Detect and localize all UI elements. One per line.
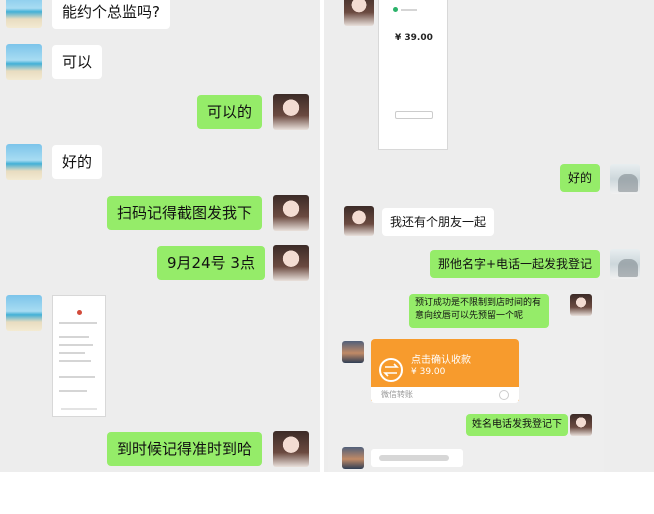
message-bubble: 姓名电话发我登记下 xyxy=(466,414,568,436)
wechat-pay-icon xyxy=(499,390,509,400)
girl-avatar-icon[interactable] xyxy=(273,94,309,130)
message-bubble: 扫码记得截图发我下 xyxy=(107,196,263,230)
girl-avatar-icon[interactable] xyxy=(273,195,309,231)
message-bubble: 好的 xyxy=(560,164,601,192)
transfer-amount: ¥ 39.00 xyxy=(411,367,446,377)
check-icon xyxy=(393,7,398,12)
transfer-footer: 微信转账 xyxy=(371,387,519,403)
girl-avatar-icon[interactable] xyxy=(273,431,309,467)
red-logo-icon xyxy=(77,310,82,315)
beach-avatar-icon[interactable] xyxy=(6,144,42,180)
transfer-footer-label: 微信转账 xyxy=(381,390,413,399)
transfer-title: 点击确认收款 xyxy=(411,355,471,366)
girl-avatar-icon[interactable] xyxy=(344,206,374,236)
sunset-avatar-icon[interactable] xyxy=(342,341,364,363)
message-bubble: 到时候记得准时到哈 xyxy=(107,432,263,466)
payment-amount: ¥ 39.00 xyxy=(395,33,433,43)
message-bubble: 好的 xyxy=(52,145,103,179)
message-bubble: 我还有个朋友一起 xyxy=(382,208,495,236)
message-bubble: 能约个总监吗? xyxy=(52,0,170,29)
message-bubble: 那他名字+电话一起发我登记 xyxy=(430,250,601,278)
transfer-icon xyxy=(379,358,403,382)
beach-avatar-icon[interactable] xyxy=(6,44,42,80)
group-avatar-icon[interactable] xyxy=(610,249,640,279)
beach-avatar-icon[interactable] xyxy=(6,295,42,331)
message-bubble: 9月24号 3点 xyxy=(157,246,265,280)
image-message-screenshot[interactable] xyxy=(52,295,106,417)
girl-avatar-icon[interactable] xyxy=(570,294,592,316)
sunset-avatar-icon[interactable] xyxy=(342,447,364,469)
girl-avatar-icon[interactable] xyxy=(273,245,309,281)
blurred-message xyxy=(371,449,463,467)
message-bubble: 可以的 xyxy=(197,95,263,129)
girl-avatar-icon[interactable] xyxy=(570,414,592,436)
group-avatar-icon[interactable] xyxy=(610,164,640,194)
message-bubble: 预订成功是不限制到店时间的有意向纹唇可以先预留一个呢 xyxy=(409,294,549,328)
girl-avatar-icon[interactable] xyxy=(344,0,374,26)
left-chat-panel: 能约个总监吗? 可以 可以的 好的 扫码记得截图发我下 9月24号 3点 到时候… xyxy=(0,0,320,472)
message-bubble: 可以 xyxy=(52,45,103,79)
payment-screenshot[interactable]: ¥ 39.00 xyxy=(378,0,448,150)
beach-avatar-icon[interactable] xyxy=(6,0,42,28)
